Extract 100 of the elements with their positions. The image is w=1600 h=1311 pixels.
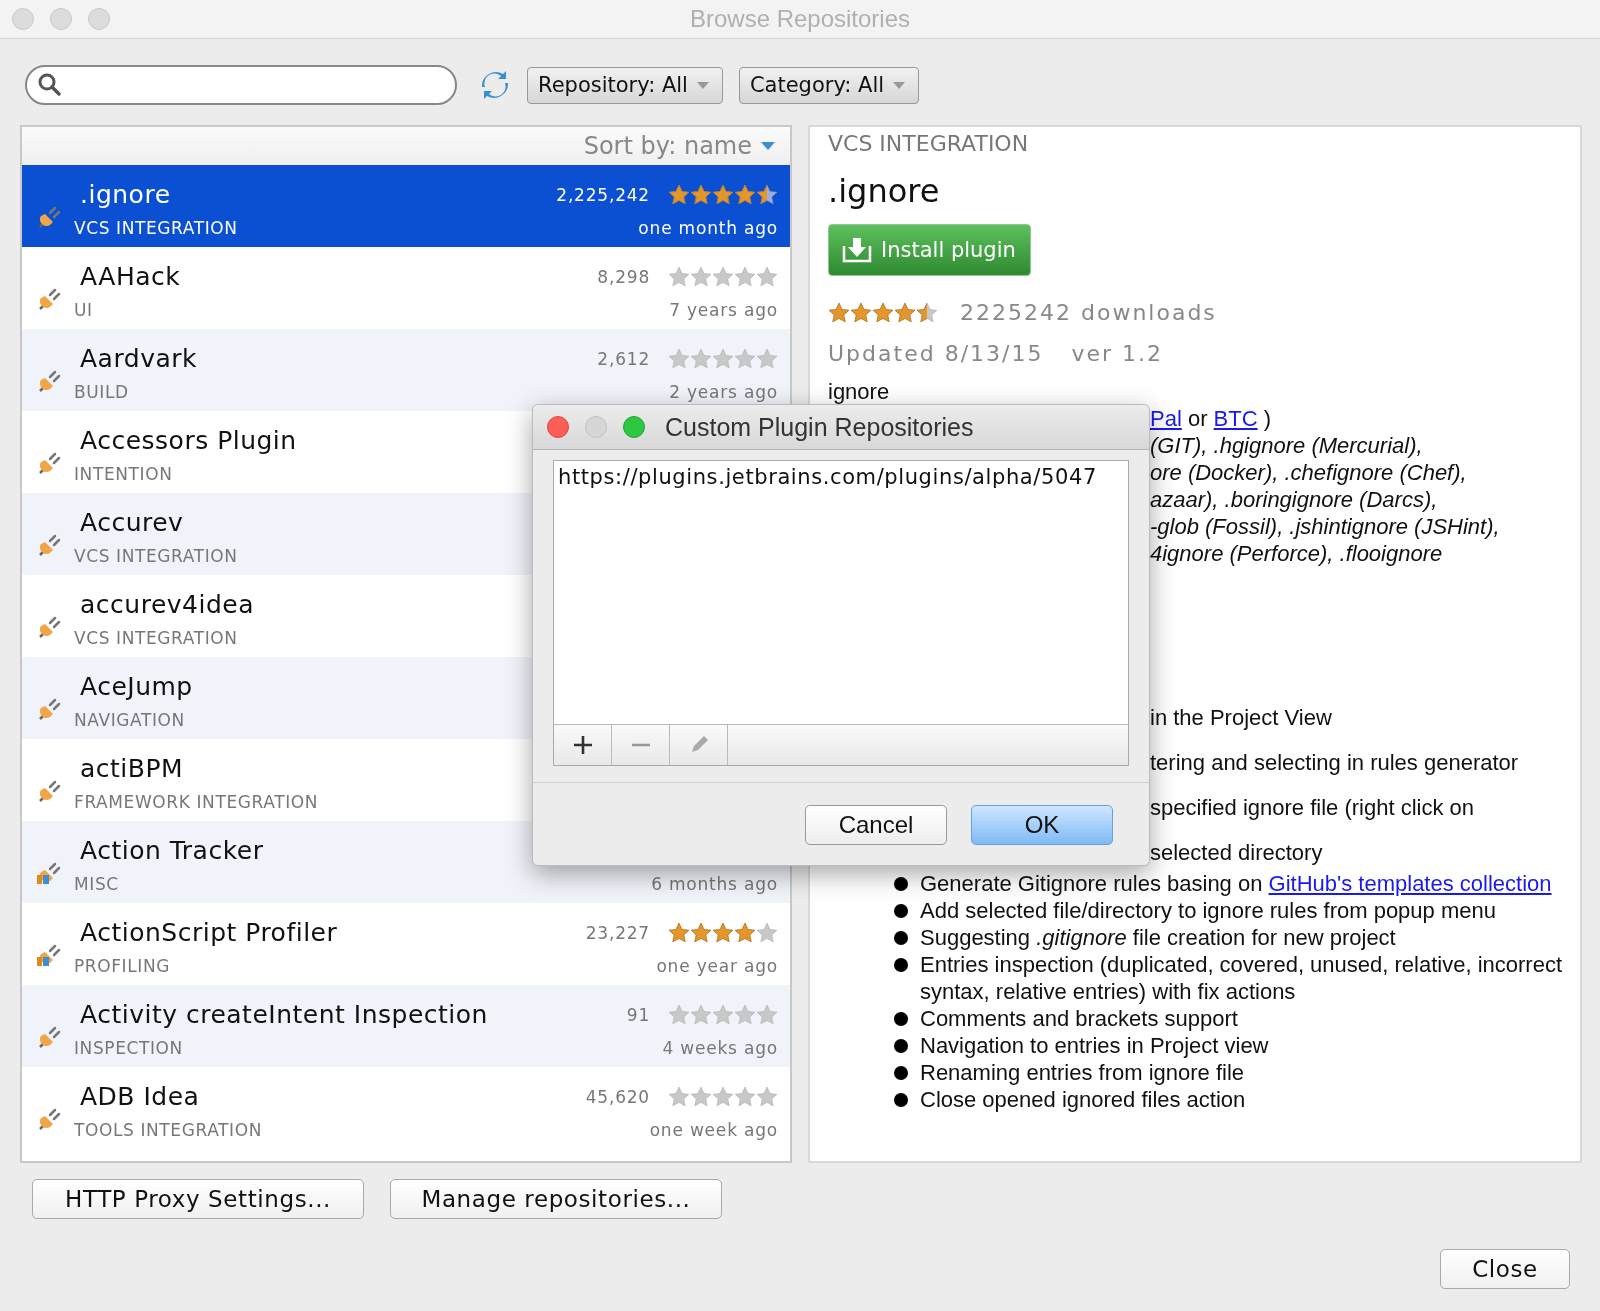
dropdown-arrow-icon: [760, 141, 776, 151]
star-icon: [756, 922, 778, 944]
star-icon: [712, 266, 734, 288]
download-count: 23,227: [585, 923, 650, 943]
bullet-icon: [894, 1039, 908, 1053]
star-icon: [712, 1004, 734, 1026]
updated-time: one month ago: [638, 217, 778, 239]
plugin-category: PROFILING: [74, 955, 170, 977]
star-icon: [734, 266, 756, 288]
bullet-icon: [894, 877, 908, 891]
description-text: (GIT), .hgignore (Mercurial),: [1150, 432, 1424, 459]
bullet-icon: [894, 1093, 908, 1107]
download-count: 2,612: [597, 349, 650, 369]
plugin-name: ActionScript Profiler: [79, 917, 338, 949]
bullet-icon: [894, 958, 908, 972]
plugin-name: accurev4idea: [79, 589, 254, 621]
plugin-category: TOOLS INTEGRATION: [74, 1119, 262, 1141]
plugin-name: AceJump: [79, 671, 193, 703]
description-text: -glob (Fossil), .jshintignore (JSHint),: [1150, 513, 1501, 540]
star-icon: [872, 301, 894, 324]
star-icon: [712, 1086, 734, 1108]
window-control-icon[interactable]: [50, 8, 72, 30]
version-label: ver 1.2: [1071, 341, 1164, 366]
star-icon: [756, 1004, 778, 1026]
star-icon: [690, 1086, 712, 1108]
download-count: 45,620: [585, 1087, 650, 1107]
description-text: in the Project View: [1150, 704, 1333, 731]
zoom-icon[interactable]: [623, 416, 645, 438]
star-icon: [668, 922, 690, 944]
search-icon: [37, 72, 63, 98]
bullet-icon: [894, 1012, 908, 1026]
minimize-icon[interactable]: [585, 416, 607, 438]
description-text: tering and selecting in rules generator: [1150, 749, 1520, 776]
settings-button[interactable]: HTTP Proxy Settings...: [32, 1179, 364, 1219]
bullet-icon: [894, 904, 908, 918]
close-button[interactable]: Close: [1440, 1249, 1570, 1289]
plugin-list-item[interactable]: Aardvark BUILD 2,612 2 years ago: [22, 329, 790, 411]
bullet-icon: [894, 931, 908, 945]
feature-item: Comments and brackets support: [894, 1005, 1562, 1032]
feature-item: Navigation to entries in Project view: [894, 1032, 1562, 1059]
description-text: selected directory: [1150, 839, 1324, 866]
window-control-icon[interactable]: [12, 8, 34, 30]
download-icon: [841, 236, 873, 264]
star-icon: [756, 1086, 778, 1108]
plugin-category: FRAMEWORK INTEGRATION: [74, 791, 319, 813]
feature-item: Renaming entries from ignore file: [894, 1059, 1562, 1086]
star-icon: [668, 348, 690, 370]
cancel-button[interactable]: Cancel: [805, 805, 947, 845]
star-icon: [668, 266, 690, 288]
dropdown-arrow-icon: [892, 80, 907, 90]
donation-link[interactable]: BTC: [1213, 406, 1258, 431]
search-field[interactable]: [25, 65, 457, 105]
bullet-icon: [894, 1066, 908, 1080]
plugin-name: Accurev: [79, 507, 184, 539]
plugin-category: MISC: [74, 873, 119, 895]
updated-time: 2 years ago: [669, 381, 778, 403]
plugin-category: VCS INTEGRATION: [74, 627, 238, 649]
star-icon: [712, 184, 734, 206]
close-icon[interactable]: [547, 416, 569, 438]
plugin-name: Action Tracker: [79, 835, 264, 867]
star-icon: [850, 301, 872, 324]
feature-item: Close opened ignored files action: [894, 1086, 1562, 1113]
star-icon: [828, 301, 850, 324]
plugin-title: .ignore: [828, 172, 941, 210]
description-text: or: [1186, 406, 1209, 431]
category-dropdown[interactable]: Category: All: [738, 66, 920, 104]
plugin-name: actiBPM: [79, 753, 184, 785]
plugin-list-item[interactable]: Activity createIntent Inspection INSPECTION 91 4 weeks ago: [22, 985, 790, 1067]
download-count: 91: [626, 1005, 650, 1025]
updated-time: one year ago: [656, 955, 778, 977]
updated-time: 7 years ago: [669, 299, 778, 321]
star-icon: [756, 266, 778, 288]
plugin-category: UI: [74, 299, 93, 321]
star-icon: [690, 348, 712, 370]
plugin-category: INTENTION: [74, 463, 173, 485]
star-icon: [734, 348, 756, 370]
star-icon: [894, 301, 916, 324]
plugin-list-item[interactable]: .ignore VCS INTEGRATION 2,225,242 one month ago: [22, 165, 790, 247]
ok-button[interactable]: OK: [971, 805, 1113, 845]
plugin-name: Accessors Plugin: [79, 425, 297, 457]
repository-dropdown[interactable]: Repository: All: [527, 66, 723, 104]
window-control-icon[interactable]: [88, 8, 110, 30]
refresh-icon[interactable]: [479, 69, 511, 101]
star-icon: [690, 1004, 712, 1026]
updated-time: 6 months ago: [651, 873, 778, 895]
settings-button[interactable]: Manage repositories...: [390, 1179, 722, 1219]
plugin-name: .ignore: [79, 179, 171, 211]
templates-link[interactable]: GitHub's templates collection: [1268, 871, 1552, 896]
description-text: ore (Docker), .chefignore (Chef),: [1150, 459, 1468, 486]
updated-time: 4 weeks ago: [662, 1037, 778, 1059]
donation-link[interactable]: Pal: [1150, 406, 1182, 431]
star-icon: [734, 184, 756, 206]
download-count: 2225242 downloads: [960, 300, 1217, 325]
star-icon: [690, 184, 712, 206]
star-icon: [734, 1004, 756, 1026]
updated-time: one week ago: [649, 1119, 778, 1141]
description-text: azaar), .boringignore (Darcs),: [1150, 486, 1439, 513]
star-icon: [734, 922, 756, 944]
star-icon: [668, 184, 690, 206]
star-icon: [756, 184, 778, 206]
